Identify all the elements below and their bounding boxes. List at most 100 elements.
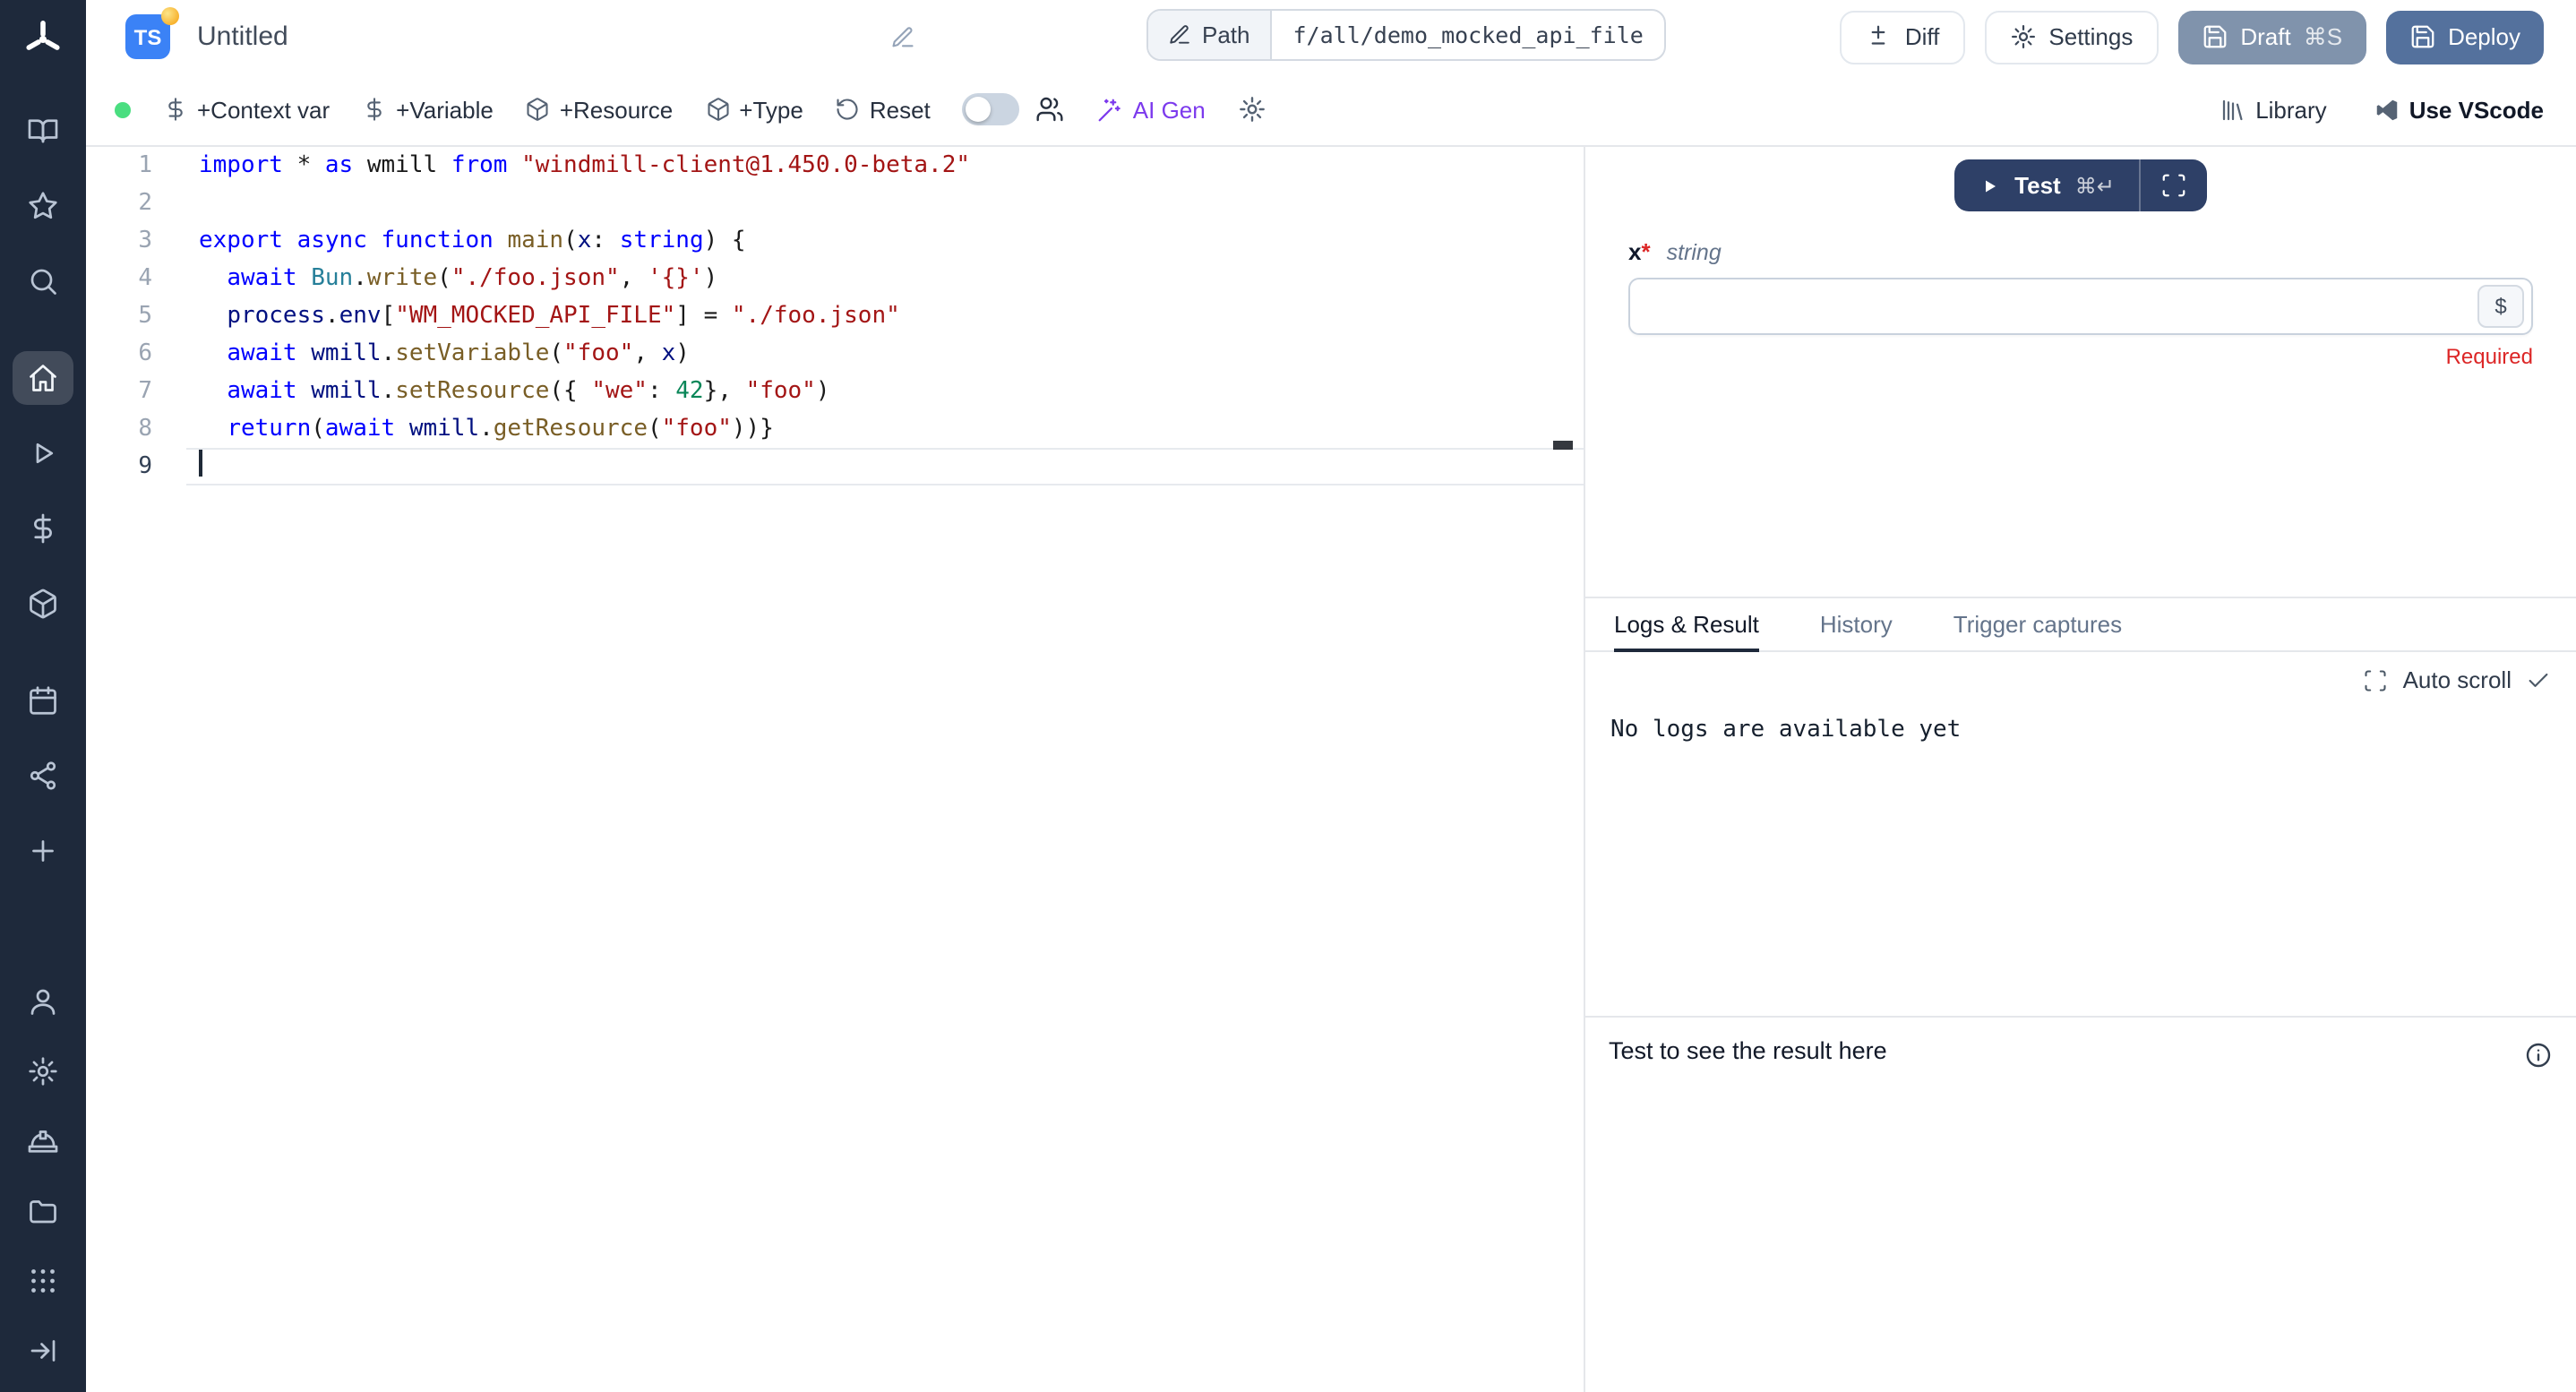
sidebar-item-runs[interactable] xyxy=(13,426,73,480)
code-line-1[interactable]: import * as wmill from "windmill-client@… xyxy=(186,147,1584,185)
add-context-var-button[interactable]: +Context var xyxy=(163,96,330,123)
toggle-switch[interactable] xyxy=(963,93,1020,125)
multiplayer-toggle[interactable] xyxy=(963,93,1065,125)
users-icon xyxy=(1036,95,1065,124)
titlebar-row: TS Untitled Path f/all/demo_mocked_api_f… xyxy=(86,0,2576,73)
status-dot xyxy=(115,101,131,117)
x-input[interactable] xyxy=(1648,291,2477,322)
add-resource-button[interactable]: +Resource xyxy=(526,96,673,123)
language-badge: TS xyxy=(125,14,170,59)
add-resource-label: +Resource xyxy=(560,96,673,123)
tab-logs-result[interactable]: Logs & Result xyxy=(1614,598,1759,650)
code-editor[interactable]: 123456789 import * as wmill from "windmi… xyxy=(86,147,1585,1392)
script-title[interactable]: Untitled xyxy=(197,21,288,52)
sidebar-item-search[interactable] xyxy=(13,254,73,308)
expand-logs-icon[interactable] xyxy=(2364,667,2389,692)
diff-button[interactable]: Diff xyxy=(1841,10,1965,64)
add-variable-label: +Variable xyxy=(396,96,494,123)
use-vscode-button[interactable]: Use VScode xyxy=(2374,96,2544,123)
header: TS Untitled Path f/all/demo_mocked_api_f… xyxy=(86,0,2576,147)
settings-button[interactable]: Settings xyxy=(1984,10,2158,64)
user-icon xyxy=(27,985,59,1018)
reset-button[interactable]: Reset xyxy=(836,96,931,123)
sidebar-group-2 xyxy=(13,351,73,631)
dollar-label: $ xyxy=(2494,294,2506,319)
result-tabs: Logs & Result History Trigger captures xyxy=(1585,598,2576,652)
sidebar-group-3 xyxy=(13,674,73,878)
code-line-6[interactable]: await wmill.setVariable("foo", x) xyxy=(186,335,1584,373)
test-button-row: Test ⌘↵ xyxy=(1585,159,2576,211)
x-input-wrapper: $ xyxy=(1628,278,2533,335)
library-button[interactable]: Library xyxy=(2220,96,2327,123)
result-placeholder: Test to see the result here xyxy=(1609,1037,1887,1064)
add-variable-button[interactable]: +Variable xyxy=(362,96,494,123)
sidebar-item-favorites[interactable] xyxy=(13,179,73,233)
code-line-3[interactable]: export async function main(x: string) { xyxy=(186,222,1584,260)
tab-history[interactable]: History xyxy=(1820,598,1893,650)
share-icon xyxy=(27,760,59,792)
code-line-9[interactable] xyxy=(186,448,1584,485)
sidebar-item-schedules[interactable] xyxy=(13,674,73,727)
editor-gutter: 123456789 xyxy=(86,147,186,1392)
script-path: f/all/demo_mocked_api_file xyxy=(1272,11,1665,59)
sidebar-item-workers[interactable] xyxy=(13,1114,73,1168)
package-icon xyxy=(27,588,59,620)
reset-label: Reset xyxy=(870,96,931,123)
line-number: 9 xyxy=(86,448,152,485)
toolbar-right: Library Use VScode xyxy=(2220,96,2544,123)
code-line-5[interactable]: process.env["WM_MOCKED_API_FILE"] = "./f… xyxy=(186,297,1584,335)
sidebar-item-resources[interactable] xyxy=(13,577,73,631)
tab-trigger-captures[interactable]: Trigger captures xyxy=(1953,598,2122,650)
insert-variable-button[interactable]: $ xyxy=(2477,285,2524,328)
code-line-2[interactable] xyxy=(186,185,1584,222)
line-number: 6 xyxy=(86,335,152,373)
sidebar-item-collapse[interactable] xyxy=(13,1324,73,1378)
sidebar-item-variables[interactable] xyxy=(13,502,73,555)
test-button[interactable]: Test ⌘↵ xyxy=(1953,159,2140,211)
draft-button[interactable]: Draft ⌘S xyxy=(2177,10,2366,64)
path-control[interactable]: Path f/all/demo_mocked_api_file xyxy=(1146,9,1667,61)
auto-scroll-control[interactable]: Auto scroll xyxy=(1610,666,2551,693)
expand-test-button[interactable] xyxy=(2142,159,2208,211)
code-line-8[interactable]: return(await wmill.getResource("foo"))} xyxy=(186,410,1584,448)
sidebar-item-docs[interactable] xyxy=(13,104,73,158)
line-number: 7 xyxy=(86,373,152,410)
language-badge-label: TS xyxy=(134,24,162,49)
add-type-button[interactable]: +Type xyxy=(705,96,803,123)
sidebar-item-folders[interactable] xyxy=(13,1184,73,1238)
windmill-logo[interactable] xyxy=(0,0,86,79)
header-actions: Diff Settings Draft ⌘S Deploy xyxy=(1841,10,2544,64)
args-form: x* string $ Required xyxy=(1585,238,2576,369)
line-number: 1 xyxy=(86,147,152,185)
windmill-logo-icon xyxy=(21,18,64,61)
test-button-group: Test ⌘↵ xyxy=(1953,159,2208,211)
sidebar-item-apps[interactable] xyxy=(13,1254,73,1308)
code-line-7[interactable]: await wmill.setResource({ "we": 42}, "fo… xyxy=(186,373,1584,410)
ai-gen-button[interactable]: AI Gen xyxy=(1097,96,1206,123)
dollar-icon xyxy=(163,97,188,122)
ai-gen-label: AI Gen xyxy=(1133,96,1206,123)
sidebar-item-home[interactable] xyxy=(13,351,73,405)
text-cursor xyxy=(199,450,202,477)
play-o-icon xyxy=(27,437,59,469)
sidebar-item-triggers[interactable] xyxy=(13,749,73,803)
sidebar-item-account[interactable] xyxy=(13,975,73,1028)
code-line-4[interactable]: await Bun.write("./foo.json", '{}') xyxy=(186,260,1584,297)
sidebar-item-workspace-settings[interactable] xyxy=(13,1044,73,1098)
path-edit-button[interactable]: Path xyxy=(1148,11,1272,59)
save-icon xyxy=(2201,23,2228,50)
add-context-var-label: +Context var xyxy=(197,96,330,123)
code-area[interactable]: import * as wmill from "windmill-client@… xyxy=(186,147,1584,1392)
sidebar-item-add[interactable] xyxy=(13,824,73,878)
right-panel: Test ⌘↵ x* string xyxy=(1585,147,2576,1392)
editor-settings-button[interactable] xyxy=(1238,95,1267,124)
path-label: Path xyxy=(1202,21,1250,48)
info-icon[interactable] xyxy=(2524,1041,2553,1070)
draft-label: Draft xyxy=(2240,23,2290,50)
logs-panel: Auto scroll No logs are available yet xyxy=(1585,652,2576,1018)
deploy-label: Deploy xyxy=(2448,23,2520,50)
calendar-icon xyxy=(27,684,59,717)
edit-title-pencil-icon[interactable] xyxy=(890,24,915,49)
deploy-button[interactable]: Deploy xyxy=(2385,10,2544,64)
test-label: Test xyxy=(2014,172,2061,199)
